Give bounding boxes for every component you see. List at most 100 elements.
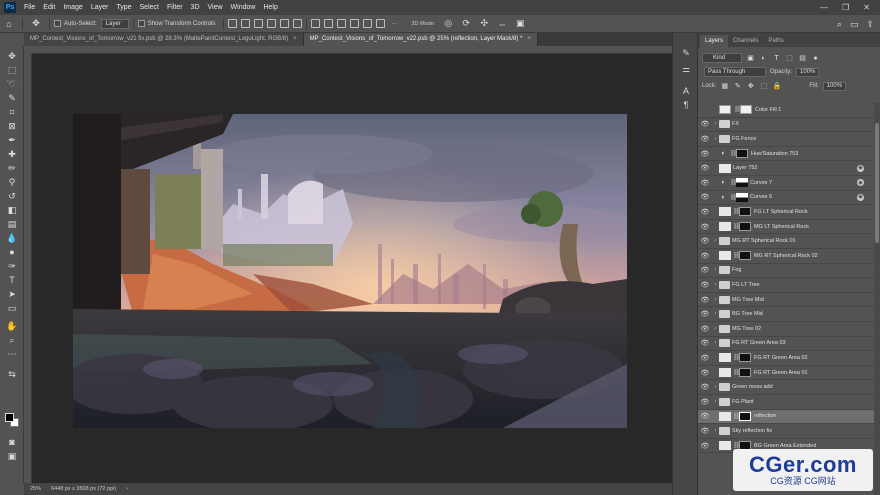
menu-window[interactable]: Window bbox=[227, 0, 260, 15]
status-menu-arrow[interactable]: › bbox=[126, 486, 128, 492]
auto-select-checkbox[interactable] bbox=[54, 20, 61, 27]
layers-scrollbar[interactable] bbox=[874, 103, 880, 495]
more-options-button[interactable]: ··· bbox=[391, 21, 397, 27]
layer-mask-thumbnail[interactable] bbox=[736, 192, 748, 202]
layer-mask-thumbnail[interactable] bbox=[739, 411, 751, 421]
layer-row[interactable]: 👁 › FX bbox=[698, 118, 874, 133]
menu-view[interactable]: View bbox=[204, 0, 227, 15]
type-tool-icon[interactable]: T bbox=[5, 274, 19, 286]
eye-icon[interactable]: 👁 bbox=[698, 266, 712, 274]
tab-channels[interactable]: Channels bbox=[728, 35, 763, 47]
pan-3d-icon[interactable]: ✣ bbox=[475, 15, 493, 33]
layer-row[interactable]: 👁 ⛓ FG LT Spherical Rock bbox=[698, 205, 874, 220]
lock-move-icon[interactable]: ✥ bbox=[746, 82, 755, 91]
menu-help[interactable]: Help bbox=[259, 0, 281, 15]
orbit-3d-icon[interactable]: ◎ bbox=[439, 15, 457, 33]
layer-row[interactable]: 👁 ◐ ⛓ Curves 7 ◉ bbox=[698, 176, 874, 191]
slide-3d-icon[interactable]: ⇔ bbox=[493, 15, 511, 33]
layer-mask-thumbnail[interactable] bbox=[736, 178, 748, 188]
blur-tool-icon[interactable]: 💧 bbox=[5, 232, 19, 244]
crop-tool-icon[interactable]: ⌗ bbox=[5, 106, 19, 118]
layer-row[interactable]: 👁 › MG RT Spherical Rock 01 bbox=[698, 234, 874, 249]
layer-row[interactable]: 👁 ⛓ MG LT Spherical Rock bbox=[698, 220, 874, 235]
screen-mode-icon[interactable]: ▣ bbox=[5, 450, 19, 462]
eye-icon[interactable]: 👁 bbox=[698, 427, 712, 435]
menu-type[interactable]: Type bbox=[112, 0, 135, 15]
distribute-center-icon[interactable] bbox=[363, 19, 373, 28]
search-icon[interactable]: ⌕ bbox=[837, 19, 842, 30]
roll-3d-icon[interactable]: ⟳ bbox=[457, 15, 475, 33]
eye-icon[interactable]: 👁 bbox=[698, 164, 712, 172]
tab-paths[interactable]: Paths bbox=[763, 35, 788, 47]
layer-row[interactable]: 👁 ◐ ⛓ Hue/Saturation 753 bbox=[698, 147, 874, 162]
eye-icon[interactable]: 👁 bbox=[698, 325, 712, 333]
layer-row[interactable]: 👁 ⛓ FG RT Green Area 02 bbox=[698, 351, 874, 366]
filter-type-icon[interactable]: T bbox=[772, 54, 781, 63]
align-right-icon[interactable] bbox=[254, 19, 264, 28]
tab-document-v22[interactable]: MP_Contest_Visions_of_Tomorrow_v22.psb @… bbox=[303, 33, 538, 46]
layer-row[interactable]: 👁 ◐ ⛓ Curves 5 ◉ bbox=[698, 191, 874, 206]
menu-image[interactable]: Image bbox=[59, 0, 86, 15]
eye-icon[interactable]: 👁 bbox=[698, 369, 712, 377]
layer-mask-thumbnail[interactable] bbox=[736, 149, 748, 159]
layer-row[interactable]: 👁 › BG Tree Mid bbox=[698, 307, 874, 322]
chevron-right-icon[interactable]: › bbox=[712, 297, 719, 303]
menu-file[interactable]: File bbox=[20, 0, 39, 15]
layer-row[interactable]: 👁 › FG Plant bbox=[698, 395, 874, 410]
layer-mask-thumbnail[interactable] bbox=[740, 105, 752, 115]
eye-icon[interactable]: 👁 bbox=[698, 252, 712, 260]
distribute-right-icon[interactable] bbox=[376, 19, 386, 28]
chevron-right-icon[interactable]: › bbox=[712, 136, 719, 142]
eye-icon[interactable]: 👁 bbox=[698, 296, 712, 304]
eye-icon[interactable]: 👁 bbox=[698, 150, 712, 158]
eye-icon[interactable]: 👁 bbox=[698, 310, 712, 318]
camera-3d-icon[interactable]: ▣ bbox=[511, 15, 529, 33]
chevron-right-icon[interactable]: › bbox=[712, 238, 719, 244]
history-brush-tool-icon[interactable]: ↺ bbox=[5, 190, 19, 202]
chevron-right-icon[interactable]: › bbox=[712, 267, 719, 273]
layer-mask-thumbnail[interactable] bbox=[739, 207, 751, 217]
share-icon[interactable]: ⇪ bbox=[866, 19, 874, 30]
frame-tool-icon[interactable]: ⊠ bbox=[5, 120, 19, 132]
blend-mode-dropdown[interactable]: Pass Through bbox=[704, 67, 766, 77]
filter-shape-icon[interactable]: ⬚ bbox=[785, 54, 794, 63]
tab-layers[interactable]: Layers bbox=[700, 35, 729, 47]
menu-3d[interactable]: 3D bbox=[187, 0, 204, 15]
auto-select-dropdown[interactable]: Layer bbox=[100, 18, 129, 29]
home-icon[interactable]: ⌂ bbox=[0, 15, 18, 33]
edit-toolbar-icon[interactable]: ⇆ bbox=[5, 368, 19, 380]
horizontal-ruler[interactable] bbox=[32, 46, 672, 54]
lasso-tool-icon[interactable]: ➰ bbox=[5, 78, 19, 90]
zoom-tool-icon[interactable]: ⌕ bbox=[5, 334, 19, 346]
filter-kind-dropdown[interactable]: Kind bbox=[702, 53, 742, 63]
eye-icon[interactable]: 👁 bbox=[698, 354, 712, 362]
distribute-middle-icon[interactable] bbox=[324, 19, 334, 28]
lock-transparent-icon[interactable]: ▦ bbox=[720, 82, 729, 91]
layer-mask-thumbnail[interactable] bbox=[739, 251, 751, 261]
effects-icon[interactable]: ◉ bbox=[857, 179, 864, 187]
layer-row[interactable]: 👁 ⛓ FG RT Green Area 01 bbox=[698, 366, 874, 381]
rectangle-tool-icon[interactable]: ▭ bbox=[5, 302, 19, 314]
move-tool-icon[interactable]: ✥ bbox=[5, 50, 19, 62]
layer-row[interactable]: 👁 › FG LT Tree bbox=[698, 278, 874, 293]
layer-row-selected[interactable]: 👁 ⛓ reflection bbox=[698, 409, 874, 425]
vertical-ruler[interactable] bbox=[24, 54, 32, 483]
canvas-area[interactable] bbox=[24, 46, 672, 483]
eye-icon[interactable]: 👁 bbox=[698, 208, 712, 216]
distribute-top-icon[interactable] bbox=[311, 19, 321, 28]
healing-brush-tool-icon[interactable]: ✚ bbox=[5, 148, 19, 160]
adjustments-icon[interactable]: ⚌ bbox=[680, 63, 692, 75]
chevron-right-icon[interactable]: › bbox=[712, 282, 719, 288]
align-top-icon[interactable] bbox=[267, 19, 277, 28]
brush-tool-icon[interactable]: ✏ bbox=[5, 162, 19, 174]
opacity-field[interactable]: 100% bbox=[796, 67, 820, 77]
eye-icon[interactable]: 👁 bbox=[698, 412, 712, 420]
eye-icon[interactable]: 👁 bbox=[698, 120, 712, 128]
eye-icon[interactable]: 👁 bbox=[698, 179, 712, 187]
lock-all-icon[interactable]: 🔒 bbox=[772, 82, 781, 91]
menu-edit[interactable]: Edit bbox=[39, 0, 59, 15]
align-middle-icon[interactable] bbox=[280, 19, 290, 28]
marquee-tool-icon[interactable]: ⬚ bbox=[5, 64, 19, 76]
foreground-color-swatch[interactable] bbox=[5, 413, 14, 422]
eye-icon[interactable]: 👁 bbox=[698, 223, 712, 231]
